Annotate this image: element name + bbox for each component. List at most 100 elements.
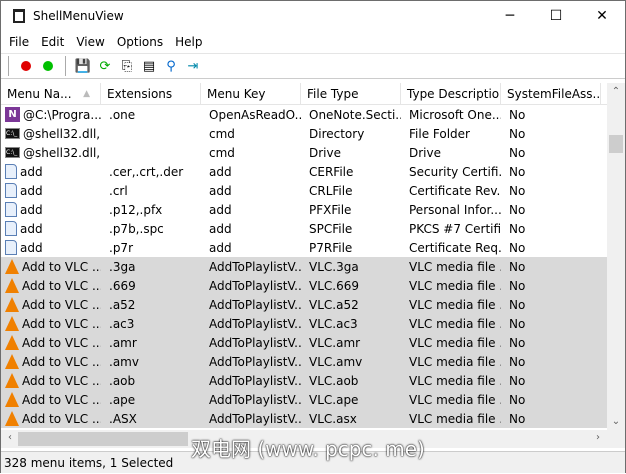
menu-help[interactable]: Help [169,35,208,49]
cell-menu-key: AddToPlaylistV... [209,316,301,331]
table-row[interactable]: Add to VLC ... .amv AddToPlaylistV... VLC.a… [1,352,607,371]
vertical-scrollbar[interactable]: ⌃ ⌄ [607,83,625,430]
column-header-system-file-assoc[interactable]: SystemFileAss... [501,83,601,104]
cell-text: Add to VLC ... [22,392,101,407]
table-row[interactable]: add .cer,.crt,.der add CERFile Security Cert… [1,162,607,181]
cell-system-file-assoc: No [509,278,526,293]
cell-file-type: VLC.669 [309,278,359,293]
enable-button[interactable] [40,58,56,74]
table-row[interactable]: Add to VLC ... .ASX AddToPlaylistV... VLC.a… [1,409,607,428]
cell-menu-name: Add to VLC ... [1,411,101,426]
horizontal-scroll-thumb[interactable] [18,432,188,446]
cell-system-file-assoc: No [509,240,526,255]
cmd-icon: C:\_ [5,147,20,158]
menu-bar: File Edit View Options Help [1,31,625,53]
column-header-type-description[interactable]: Type Description [401,83,501,104]
copy-button[interactable]: ⎘ [119,58,135,74]
cell-type-description: File Folder [409,126,470,141]
cell-type-description: VLC media file ... [409,411,501,426]
scroll-left-icon[interactable]: ‹ [1,432,19,443]
cell-menu-name: add [1,221,101,236]
cell-type-description: Microsoft One... [409,107,501,122]
table-row[interactable]: Add to VLC ... .ac3 AddToPlaylistV... VLC.a… [1,314,607,333]
scroll-up-icon[interactable]: ⌃ [607,86,625,97]
vertical-scroll-thumb[interactable] [609,135,623,153]
document-icon [5,240,17,255]
watermark: 双电网 (www. pcpc. me) [191,437,425,461]
cell-system-file-assoc: No [509,164,526,179]
cell-system-file-assoc: No [509,392,526,407]
cell-file-type: Drive [309,145,341,160]
exit-icon: ⇥ [187,58,199,74]
vlc-icon [5,392,19,407]
column-header-file-type[interactable]: File Type [301,83,401,104]
close-button[interactable]: ✕ [579,1,625,31]
menu-view[interactable]: View [70,35,110,49]
cell-menu-name: Add to VLC ... [1,392,101,407]
cell-extensions: .p7b,.spc [109,221,164,236]
column-header-menu-name[interactable]: Menu Na... ▲ [1,83,101,104]
cell-menu-name: C:\_@shell32.dll,... [1,127,101,141]
table-row[interactable]: N @C:\Progra... .one OpenAsReadO... OneNote.… [1,105,607,124]
table-row[interactable]: add .p7b,.spc add SPCFile PKCS #7 Certifi...… [1,219,607,238]
table-row[interactable]: Add to VLC ... .3ga AddToPlaylistV... VLC.3… [1,257,607,276]
table-row[interactable]: add .crl add CRLFile Certificate Rev... No [1,181,607,200]
table-row[interactable]: Add to VLC ... .amr AddToPlaylistV... VLC.a… [1,333,607,352]
table-row[interactable]: add .p7r add P7RFile Certificate Req... No [1,238,607,257]
table-row[interactable]: Add to VLC ... .669 AddToPlaylistV... VLC.6… [1,276,607,295]
cell-extensions: .ac3 [109,316,135,331]
minimize-button[interactable]: ─ [487,1,533,31]
properties-icon: ▤ [142,58,156,74]
cell-text: @shell32.dll,... [23,126,101,141]
cell-file-type: VLC.aob [309,373,359,388]
copy-icon: ⎘ [121,58,133,74]
onenote-icon: N [5,107,20,122]
cell-type-description: VLC media file ... [409,316,501,331]
cell-menu-key: add [209,202,232,217]
cell-system-file-assoc: No [509,107,526,122]
refresh-button[interactable]: ⟳ [97,58,113,74]
cell-menu-name: Add to VLC ... [1,259,101,274]
scroll-right-icon[interactable]: › [589,432,607,443]
green-dot-icon [43,61,53,71]
menu-file[interactable]: File [3,35,35,49]
table-row[interactable]: Add to VLC ... .ape AddToPlaylistV... VLC.a… [1,390,607,409]
menu-edit[interactable]: Edit [35,35,70,49]
scroll-down-icon[interactable]: ⌄ [607,416,625,427]
menu-options[interactable]: Options [111,35,169,49]
cell-text: Add to VLC ... [22,297,101,312]
cell-extensions: .aob [109,373,136,388]
cell-type-description: Personal Infor... [409,202,501,217]
cell-file-type: PFXFile [309,202,352,217]
cell-system-file-assoc: No [509,183,526,198]
cell-system-file-assoc: No [509,373,526,388]
table-row[interactable]: Add to VLC ... .a52 AddToPlaylistV... VLC.a… [1,295,607,314]
red-dot-icon [21,61,31,71]
properties-button[interactable]: ▤ [141,58,157,74]
cell-text: Add to VLC ... [22,278,101,293]
menu-items-list[interactable]: Menu Na... ▲ Extensions Menu Key File Typ… [1,83,607,430]
cell-menu-key: AddToPlaylistV... [209,278,301,293]
table-row[interactable]: C:\_@shell32.dll,... cmd Directory File Fol… [1,124,607,143]
vlc-icon [5,335,19,350]
table-row[interactable]: Add to VLC ... .aob AddToPlaylistV... VLC.a… [1,371,607,390]
save-button[interactable]: 💾 [75,58,91,74]
cell-menu-key: add [209,164,232,179]
column-header-extensions[interactable]: Extensions [101,83,201,104]
cell-menu-name: add [1,202,101,217]
vlc-icon [5,259,19,274]
cell-extensions: .ASX [109,411,137,426]
cell-text: add [20,221,43,236]
exit-button[interactable]: ⇥ [185,58,201,74]
vlc-icon [5,354,19,369]
cell-extensions: .p7r [109,240,133,255]
cell-file-type: VLC.a52 [309,297,359,312]
cell-type-description: VLC media file ... [409,373,501,388]
table-row[interactable]: add .p12,.pfx add PFXFile Personal Infor... N… [1,200,607,219]
window-title: ShellMenuView [33,9,124,23]
column-header-menu-key[interactable]: Menu Key [201,83,301,104]
maximize-button[interactable]: ☐ [533,1,579,31]
disable-button[interactable] [18,58,34,74]
table-row[interactable]: C:\_@shell32.dll,... cmd Drive Drive No [1,143,607,162]
find-button[interactable]: ⚲ [163,58,179,74]
